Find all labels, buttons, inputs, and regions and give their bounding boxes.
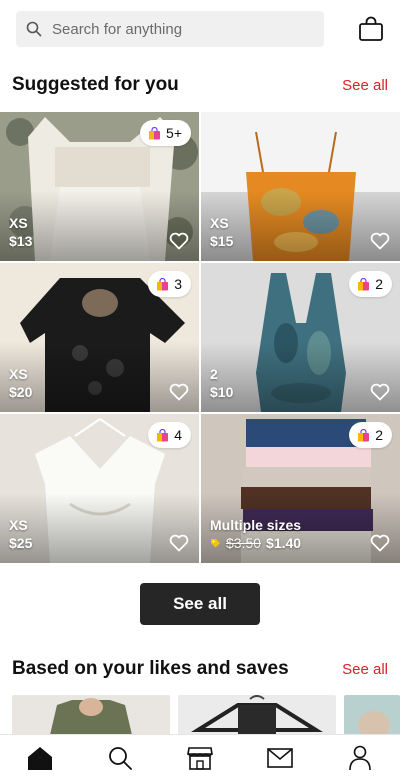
- price-value: $15: [210, 233, 234, 249]
- heart-outline-icon[interactable]: [169, 383, 189, 401]
- listing-photo: [12, 695, 170, 735]
- bundle-count: 2: [375, 427, 383, 443]
- bundle-count: 4: [174, 427, 182, 443]
- bottom-navigation: [0, 734, 400, 780]
- suggested-header: Suggested for you See all: [12, 74, 388, 96]
- listing-card[interactable]: XS $15: [201, 112, 400, 261]
- section-title-suggested: Suggested for you: [12, 74, 179, 95]
- listing-price: $25: [9, 535, 32, 551]
- mail-icon[interactable]: [266, 744, 294, 772]
- listing-size: XS: [9, 517, 28, 533]
- bundle-count: 5+: [166, 125, 182, 141]
- bundle-badge: 5+: [140, 120, 191, 146]
- shopping-bag-icon[interactable]: [358, 16, 384, 42]
- listing-photo: [178, 695, 336, 735]
- photo-overlay: [0, 191, 199, 261]
- search-placeholder: Search for anything: [52, 20, 183, 38]
- heart-outline-icon[interactable]: [370, 232, 390, 250]
- section-title-likes: Based on your likes and saves: [12, 658, 289, 679]
- photo-overlay: [201, 191, 400, 261]
- see-all-button[interactable]: See all: [140, 583, 260, 625]
- listing-price: $10: [210, 384, 233, 400]
- search-icon[interactable]: [106, 744, 134, 772]
- shopping-bag-multicolor-icon: [157, 277, 169, 290]
- bundle-badge: 4: [148, 422, 191, 448]
- heart-outline-icon[interactable]: [370, 383, 390, 401]
- shopping-bag-multicolor-icon: [149, 126, 161, 139]
- photo-overlay: [0, 342, 199, 412]
- heart-outline-icon[interactable]: [169, 534, 189, 552]
- listing-card[interactable]: 5+ XS $13: [0, 112, 199, 261]
- listing-size: 2: [210, 366, 218, 382]
- listing-thumbnail[interactable]: [344, 695, 400, 735]
- listing-price: $13: [9, 233, 32, 249]
- price-drop-tag-icon: [211, 538, 220, 547]
- shopping-bag-multicolor-icon: [358, 277, 370, 290]
- search-icon: [26, 21, 42, 37]
- listing-size: Multiple sizes: [210, 517, 302, 533]
- shopping-bag-multicolor-icon: [157, 428, 169, 441]
- listing-price: $3.50 $1.40: [210, 535, 301, 551]
- listing-photo: [344, 695, 400, 735]
- listing-size: XS: [9, 215, 28, 231]
- listing-card[interactable]: 3 XS $20: [0, 263, 199, 412]
- listing-card[interactable]: 2 2 $10: [201, 263, 400, 412]
- listing-card[interactable]: 2 Multiple sizes $3.50 $1.40: [201, 414, 400, 563]
- shop-icon[interactable]: [186, 744, 214, 772]
- search-bar[interactable]: Search for anything: [16, 11, 324, 47]
- price-value: $25: [9, 535, 33, 551]
- bundle-count: 2: [375, 276, 383, 292]
- suggested-see-all-link[interactable]: See all: [342, 77, 388, 94]
- likes-see-all-link[interactable]: See all: [342, 661, 388, 678]
- listing-size: XS: [9, 366, 28, 382]
- price-value: $13: [9, 233, 33, 249]
- photo-overlay: [201, 342, 400, 412]
- likes-header: Based on your likes and saves See all: [12, 658, 388, 680]
- heart-outline-icon[interactable]: [370, 534, 390, 552]
- shopping-bag-multicolor-icon: [358, 428, 370, 441]
- bundle-badge: 3: [148, 271, 191, 297]
- bundle-badge: 2: [349, 271, 392, 297]
- home-icon[interactable]: [26, 744, 54, 772]
- original-price: $3.50: [226, 535, 262, 551]
- listing-thumbnail[interactable]: [12, 695, 170, 735]
- price-value: $10: [210, 384, 234, 400]
- bundle-badge: 2: [349, 422, 392, 448]
- price-value: $1.40: [266, 535, 302, 551]
- top-bar: Search for anything: [0, 0, 400, 62]
- heart-outline-icon[interactable]: [169, 232, 189, 250]
- bundle-count: 3: [174, 276, 182, 292]
- listing-price: $15: [210, 233, 233, 249]
- photo-overlay: [0, 493, 199, 563]
- listing-thumbnail[interactable]: [178, 695, 336, 735]
- listing-price: $20: [9, 384, 32, 400]
- listing-card[interactable]: 4 XS $25: [0, 414, 199, 563]
- price-value: $20: [9, 384, 33, 400]
- profile-icon[interactable]: [346, 744, 374, 772]
- listing-size: XS: [210, 215, 229, 231]
